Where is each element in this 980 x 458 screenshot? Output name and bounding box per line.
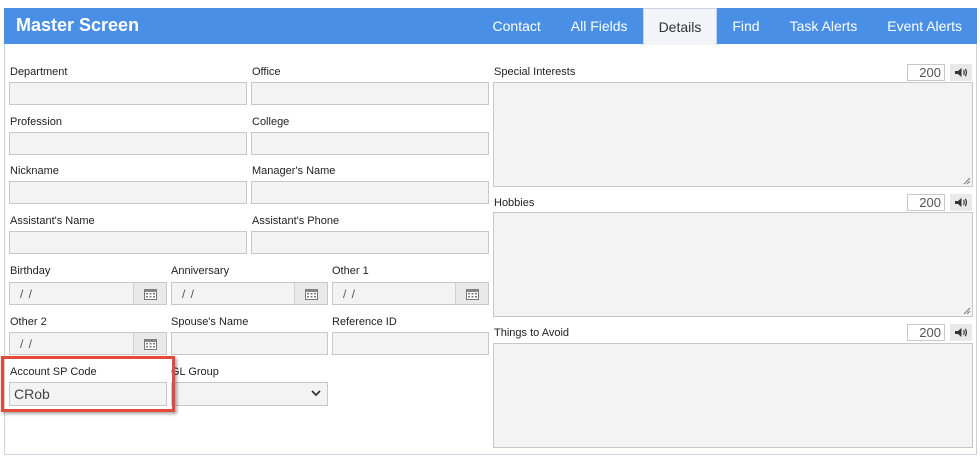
resize-grip-icon[interactable] (962, 306, 971, 315)
nickname-field[interactable] (9, 181, 247, 204)
anniversary-value: / / (182, 287, 196, 301)
other2-value: / / (20, 337, 34, 351)
other1-value: / / (343, 287, 357, 301)
assistants-name-label: Assistant's Name (10, 215, 95, 227)
gl-group-select[interactable] (171, 382, 328, 406)
managers-name-label: Manager's Name (252, 165, 336, 177)
department-field[interactable] (9, 82, 247, 105)
tab-find[interactable]: Find (717, 8, 774, 44)
hobbies-char-limit: 200 (907, 194, 945, 211)
things-to-avoid-textarea[interactable] (493, 343, 973, 448)
special-interests-char-limit: 200 (907, 64, 945, 81)
birthday-label: Birthday (10, 265, 51, 277)
special-interests-label: Special Interests (494, 66, 576, 78)
highlight-annotation (1, 356, 175, 412)
anniversary-label: Anniversary (171, 265, 230, 277)
college-label: College (252, 116, 290, 128)
other1-field[interactable]: / / (332, 282, 489, 305)
managers-name-field[interactable] (251, 181, 489, 204)
spouses-name-label: Spouse's Name (171, 316, 249, 328)
tab-bar: Contact All Fields Details Find Task Ale… (478, 8, 977, 45)
speaker-icon[interactable] (950, 194, 972, 211)
page-title: Master Screen (16, 15, 140, 35)
things-to-avoid-char-limit: 200 (907, 324, 945, 341)
tab-details[interactable]: Details (642, 8, 718, 45)
profession-label: Profession (10, 116, 62, 128)
tab-all-fields[interactable]: All Fields (556, 8, 643, 44)
calendar-icon[interactable] (294, 283, 327, 304)
gl-group-label: GL Group (171, 366, 219, 378)
calendar-icon[interactable] (133, 333, 166, 354)
things-to-avoid-label: Things to Avoid (494, 327, 570, 339)
tab-event-alerts[interactable]: Event Alerts (872, 8, 977, 44)
spouses-name-field[interactable] (171, 332, 328, 355)
speaker-icon[interactable] (950, 64, 972, 81)
special-interests-textarea[interactable] (493, 82, 973, 187)
calendar-icon[interactable] (455, 283, 488, 304)
assistants-phone-label: Assistant's Phone (252, 215, 340, 227)
reference-id-label: Reference ID (332, 316, 397, 328)
chevron-down-icon (311, 390, 321, 397)
hobbies-label: Hobbies (494, 197, 535, 209)
profession-field[interactable] (9, 132, 247, 155)
anniversary-field[interactable]: / / (171, 282, 328, 305)
department-label: Department (10, 66, 68, 78)
other1-label: Other 1 (332, 265, 369, 277)
reference-id-field[interactable] (332, 332, 489, 355)
birthday-field[interactable]: / / (9, 282, 167, 305)
speaker-icon[interactable] (950, 324, 972, 341)
college-field[interactable] (251, 132, 489, 155)
office-label: Office (252, 66, 281, 78)
hobbies-textarea[interactable] (493, 212, 973, 317)
other2-label: Other 2 (10, 316, 47, 328)
other2-field[interactable]: / / (9, 332, 167, 355)
assistants-name-field[interactable] (9, 231, 247, 254)
tab-task-alerts[interactable]: Task Alerts (775, 8, 873, 44)
header-bar: Master Screen Contact All Fields Details… (4, 8, 977, 45)
office-field[interactable] (251, 82, 489, 105)
assistants-phone-field[interactable] (251, 231, 489, 254)
calendar-icon[interactable] (133, 283, 166, 304)
resize-grip-icon[interactable] (962, 176, 971, 185)
tab-contact[interactable]: Contact (478, 8, 556, 44)
nickname-label: Nickname (10, 165, 59, 177)
birthday-value: / / (20, 287, 34, 301)
